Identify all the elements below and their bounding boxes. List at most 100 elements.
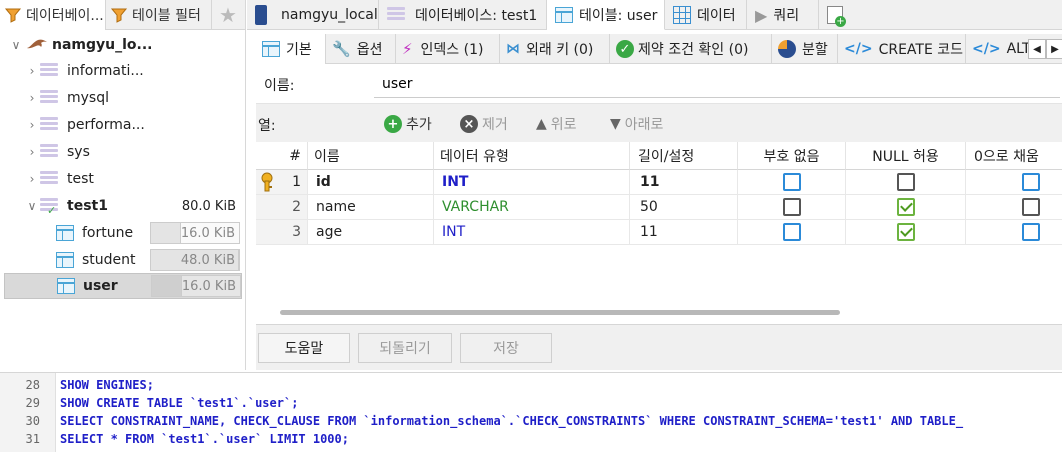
zerofill-checkbox[interactable]	[1022, 223, 1040, 241]
tree-db-performance-schema[interactable]: › performa...	[0, 112, 245, 138]
tab-basic[interactable]: 기본	[256, 34, 326, 64]
cell-name[interactable]: id	[308, 170, 434, 195]
database-icon	[40, 117, 58, 133]
add-column-button[interactable]: + 추가	[384, 114, 432, 134]
header-number[interactable]: #	[256, 142, 308, 170]
table-row[interactable]: 3	[256, 220, 308, 245]
database-icon	[387, 7, 405, 23]
play-icon: ▶	[755, 5, 768, 25]
table-size-bar: 16.0 KiB	[151, 275, 241, 297]
header-zerofill[interactable]: 0으로 채움	[966, 142, 1062, 170]
cell-name[interactable]: age	[308, 220, 434, 245]
horizontal-scrollbar[interactable]	[280, 310, 840, 315]
chevron-right-icon[interactable]: ›	[26, 91, 38, 105]
tab-alter-code[interactable]: </> ALTE	[966, 34, 1028, 64]
table-row[interactable]: 1	[256, 170, 308, 195]
tree-table-fortune[interactable]: fortune 16.0 KiB	[0, 220, 245, 246]
code-icon: </>	[844, 41, 873, 57]
cell-type[interactable]: INT	[434, 170, 630, 195]
table-row[interactable]: 2	[256, 195, 308, 220]
database-icon	[40, 171, 58, 187]
header-unsigned[interactable]: 부호 없음	[738, 142, 846, 170]
tree-table-student[interactable]: student 48.0 KiB	[0, 247, 245, 273]
triangle-right-icon: ▶	[1051, 43, 1059, 55]
zerofill-checkbox[interactable]	[1022, 173, 1040, 191]
chevron-right-icon[interactable]: ›	[26, 118, 38, 132]
table-icon	[56, 252, 74, 268]
unsigned-checkbox[interactable]	[782, 173, 801, 191]
cell-length[interactable]: 50	[630, 195, 738, 220]
foreign-key-icon: ⋈	[506, 41, 520, 57]
tab-databases[interactable]: 데이터베이...	[0, 0, 106, 30]
chevron-down-icon[interactable]: ∨	[10, 38, 22, 52]
sql-line: 30 SELECT CONSTRAINT_NAME, CHECK_CLAUSE …	[25, 414, 964, 428]
tab-indexes[interactable]: ⚡ 인덱스 (1)	[396, 34, 500, 64]
new-query-tab-button[interactable]: +	[819, 0, 851, 30]
allow-null-checkbox[interactable]	[896, 173, 915, 191]
tab-check-constraints[interactable]: ✓ 제약 조건 확인 (0)	[610, 34, 772, 64]
tree-table-user[interactable]: user 16.0 KiB	[4, 273, 242, 299]
funnel-icon	[4, 6, 22, 24]
cell-length[interactable]: 11	[630, 170, 738, 195]
tab-create-code[interactable]: </> CREATE 코드	[838, 34, 966, 64]
table-name-row: 이름:	[256, 64, 1062, 104]
cell-name[interactable]: name	[308, 195, 434, 220]
allow-null-checkbox[interactable]	[896, 223, 915, 241]
tree-db-test1[interactable]: ∨ ✓ test1 80.0 KiB	[0, 193, 245, 219]
favorite-button[interactable]: ★	[212, 0, 245, 30]
table-icon	[555, 6, 573, 23]
code-icon: </>	[972, 41, 1001, 57]
chevron-right-icon[interactable]: ›	[26, 145, 38, 159]
tab-table-filter[interactable]: 테이블 필터	[106, 0, 212, 30]
main-tabs: namgyu_local 데이터베이스: test1 테이블: user 데이터…	[247, 0, 1062, 30]
chevron-right-icon[interactable]: ›	[26, 64, 38, 78]
tab-scroll-left-button[interactable]: ◀	[1028, 39, 1046, 59]
unsigned-checkbox[interactable]	[782, 198, 801, 216]
table-size-bar: 16.0 KiB	[150, 222, 240, 244]
unsigned-checkbox[interactable]	[782, 223, 801, 241]
chevron-right-icon[interactable]: ›	[26, 172, 38, 186]
table-name-input[interactable]	[374, 70, 1060, 98]
tab-partitions[interactable]: 분할	[772, 34, 838, 64]
table-size-bar: 48.0 KiB	[150, 249, 240, 271]
tab-data[interactable]: 데이터	[665, 0, 747, 30]
cell-allow-null	[846, 220, 966, 245]
move-down-button[interactable]: ▼ 아래로	[610, 114, 663, 134]
sql-log[interactable]: 28 SHOW ENGINES; 29 SHOW CREATE TABLE `t…	[0, 372, 1062, 452]
new-query-icon: +	[827, 6, 846, 27]
tab-scroll-right-button[interactable]: ▶	[1046, 39, 1062, 59]
table-editor-tabs: 기본 🔧 옵션 ⚡ 인덱스 (1) ⋈ 외래 키 (0) ✓ 제약 조건 확인 …	[256, 34, 1062, 64]
tab-query[interactable]: ▶ 쿼리	[747, 0, 819, 30]
chevron-down-icon[interactable]: ∨	[26, 199, 38, 213]
tab-database[interactable]: 데이터베이스: test1	[379, 0, 547, 30]
revert-button[interactable]: 되돌리기	[358, 333, 452, 363]
cell-length[interactable]: 11	[630, 220, 738, 245]
tab-foreign-keys[interactable]: ⋈ 외래 키 (0)	[500, 34, 610, 64]
header-name[interactable]: 이름	[308, 142, 434, 170]
header-length[interactable]: 길이/설정	[630, 142, 738, 170]
sql-line: 31 SELECT * FROM `test1`.`user` LIMIT 10…	[25, 432, 349, 446]
remove-column-button[interactable]: × 제거	[460, 114, 508, 134]
cell-allow-null	[846, 195, 966, 220]
allow-null-checkbox[interactable]	[896, 198, 915, 216]
help-button[interactable]: 도움말	[258, 333, 350, 363]
move-up-button[interactable]: ▲ 위로	[536, 114, 577, 134]
tree-db-mysql[interactable]: › mysql	[0, 85, 245, 111]
zerofill-checkbox[interactable]	[1022, 198, 1040, 216]
cell-type[interactable]: VARCHAR	[434, 195, 630, 220]
database-tree-panel: 데이터베이... 테이블 필터 ★ ∨ namgyu_lo... › infor…	[0, 0, 246, 370]
header-data-type[interactable]: 데이터 유형	[434, 142, 630, 170]
header-allow-null[interactable]: NULL 허용	[846, 142, 966, 170]
plus-icon: +	[384, 115, 402, 133]
tab-options[interactable]: 🔧 옵션	[326, 34, 396, 64]
tree-db-information-schema[interactable]: › informati...	[0, 58, 245, 84]
tree-db-sys[interactable]: › sys	[0, 139, 245, 165]
tree-server[interactable]: ∨ namgyu_lo...	[0, 32, 245, 58]
cell-type[interactable]: INT	[434, 220, 630, 245]
tree-db-test[interactable]: › test	[0, 166, 245, 192]
tab-table[interactable]: 테이블: user	[547, 0, 665, 30]
tab-server[interactable]: namgyu_local	[247, 0, 379, 30]
save-button[interactable]: 저장	[460, 333, 552, 363]
check-overlay-icon: ✓	[47, 204, 57, 217]
lightning-icon: ⚡	[402, 40, 413, 58]
